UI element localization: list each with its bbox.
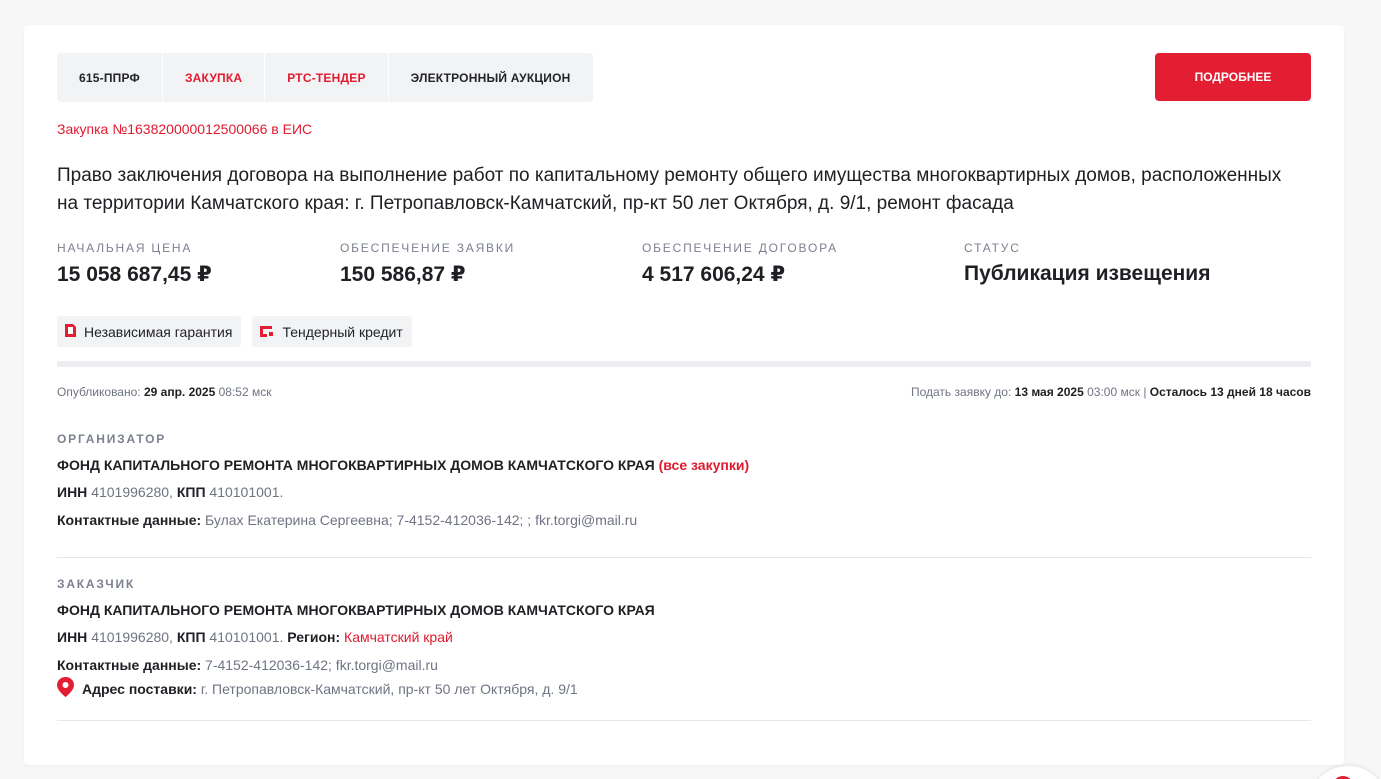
customer-contacts-value: 7-4152-412036-142; fkr.torgi@mail.ru <box>205 657 438 673</box>
organizer-inn: 4101996280, <box>91 484 173 500</box>
contract-security-value: 4 517 606,24 ₽ <box>642 263 786 286</box>
customer-inn: 4101996280, <box>91 629 173 645</box>
status-value: Публикация извещения <box>964 262 1211 285</box>
all-procurements-link[interactable]: (все закупки) <box>659 457 749 473</box>
tag-procurement[interactable]: ЗАКУПКА <box>163 53 266 102</box>
initial-price-label: НАЧАЛЬНАЯ ЦЕНА <box>57 241 193 255</box>
organizer-contacts: Контактные данные: Булах Екатерина Серге… <box>57 512 1311 528</box>
chat-widget-button[interactable] <box>1308 766 1381 779</box>
tag-rts-tender[interactable]: РТС-ТЕНДЕР <box>265 53 389 102</box>
deadline-info: Подать заявку до: 13 мая 2025 03:00 мск … <box>911 385 1311 399</box>
published-time: 08:52 мск <box>218 385 272 399</box>
organizer-section-label: ОРГАНИЗАТОР <box>57 432 167 446</box>
customer-contacts-label: Контактные данные: <box>57 657 202 673</box>
published-label: Опубликовано: <box>57 385 141 399</box>
bid-security: ОБЕСПЕЧЕНИЕ ЗАЯВКИ 150 586,87 ₽ <box>340 241 515 287</box>
customer-region-label: Регион: <box>287 629 341 645</box>
deadline-progress-bar <box>57 361 1311 367</box>
published-info: Опубликовано: 29 апр. 2025 08:52 мск <box>57 385 271 399</box>
customer-kpp: 410101001. <box>209 629 284 645</box>
credit-chip[interactable]: Тендерный кредит <box>252 316 412 347</box>
customer-ids: ИНН 4101996280, КПП 410101001. Регион: К… <box>57 629 1311 645</box>
deadline-label: Подать заявку до: <box>910 385 1012 399</box>
tag-group: 615-ППРФ ЗАКУПКА РТС-ТЕНДЕР ЭЛЕКТРОННЫЙ … <box>57 53 593 102</box>
customer-region[interactable]: Камчатский край <box>344 629 453 645</box>
deadline-separator: | <box>1143 385 1147 399</box>
contract-security-label: ОБЕСПЕЧЕНИЕ ДОГОВОРА <box>642 241 838 255</box>
credit-chip-label: Тендерный кредит <box>282 323 403 340</box>
procurement-card: 615-ППРФ ЗАКУПКА РТС-ТЕНДЕР ЭЛЕКТРОННЫЙ … <box>24 25 1344 765</box>
credit-icon <box>260 324 282 340</box>
tag-electronic-auction[interactable]: ЭЛЕКТРОННЫЙ АУКЦИОН <box>389 53 593 102</box>
guarantee-icon <box>65 323 84 340</box>
customer-kpp-label: КПП <box>176 629 206 645</box>
organizer-name[interactable]: ФОНД КАПИТАЛЬНОГО РЕМОНТА МНОГОКВАРТИРНЫ… <box>57 457 655 473</box>
tag-615-pprf[interactable]: 615-ППРФ <box>57 53 163 102</box>
organizer-contacts-value: Булах Екатерина Сергеевна; 7-4152-412036… <box>205 512 638 528</box>
organizer-name-row: ФОНД КАПИТАЛЬНОГО РЕМОНТА МНОГОКВАРТИРНЫ… <box>57 457 1311 473</box>
delivery-address-value: г. Петропавловск-Камчатский, пр-кт 50 ле… <box>200 680 578 697</box>
published-date: 29 апр. 2025 <box>143 385 216 399</box>
deadline-date: 13 мая 2025 <box>1014 385 1084 399</box>
section-divider <box>57 557 1311 558</box>
guarantee-chip[interactable]: Независимая гарантия <box>57 316 242 347</box>
guarantee-chip-label: Независимая гарантия <box>84 323 233 340</box>
customer-section: ЗАКАЗЧИК ФОНД КАПИТАЛЬНОГО РЕМОНТА МНОГО… <box>57 577 1311 700</box>
eis-link[interactable]: Закупка №163820000012500066 в ЕИС <box>57 121 312 137</box>
organizer-ids: ИНН 4101996280, КПП 410101001. <box>57 484 1311 500</box>
organizer-kpp: 410101001. <box>209 484 284 500</box>
customer-contacts: Контактные данные: 7-4152-412036-142; fk… <box>57 657 1311 673</box>
contract-security: ОБЕСПЕЧЕНИЕ ДОГОВОРА 4 517 606,24 ₽ <box>642 241 838 287</box>
status: СТАТУС Публикация извещения <box>964 241 1210 286</box>
deadline-time: 03:00 мск <box>1087 385 1140 399</box>
location-pin-icon <box>57 677 82 700</box>
customer-section-label: ЗАКАЗЧИК <box>57 577 136 591</box>
customer-name-row: ФОНД КАПИТАЛЬНОГО РЕМОНТА МНОГОКВАРТИРНЫ… <box>57 602 1311 618</box>
organizer-section: ОРГАНИЗАТОР ФОНД КАПИТАЛЬНОГО РЕМОНТА МН… <box>57 432 1311 528</box>
service-chips: Независимая гарантия Тендерный кредит <box>57 316 412 347</box>
more-details-button[interactable]: ПОДРОБНЕЕ <box>1155 53 1311 101</box>
bid-security-label: ОБЕСПЕЧЕНИЕ ЗАЯВКИ <box>340 241 516 255</box>
customer-inn-label: ИНН <box>57 629 88 645</box>
dates-row: Опубликовано: 29 апр. 2025 08:52 мск Под… <box>57 385 1311 399</box>
customer-name[interactable]: ФОНД КАПИТАЛЬНОГО РЕМОНТА МНОГОКВАРТИРНЫ… <box>57 602 655 618</box>
delivery-address: Адрес поставки: г. Петропавловск-Камчатс… <box>57 677 1311 700</box>
initial-price: НАЧАЛЬНАЯ ЦЕНА 15 058 687,45 ₽ <box>57 241 212 287</box>
organizer-kpp-label: КПП <box>176 484 206 500</box>
delivery-address-label: Адрес поставки: <box>82 680 197 697</box>
procurement-title[interactable]: Право заключения договора на выполнение … <box>57 162 1307 218</box>
organizer-inn-label: ИНН <box>57 484 88 500</box>
section-divider-bottom <box>57 720 1311 721</box>
organizer-contacts-label: Контактные данные: <box>57 512 202 528</box>
status-label: СТАТУС <box>964 241 1021 255</box>
initial-price-value: 15 058 687,45 ₽ <box>57 263 212 286</box>
bid-security-value: 150 586,87 ₽ <box>340 263 466 286</box>
time-remaining: Осталось 13 дней 18 часов <box>1149 385 1311 399</box>
